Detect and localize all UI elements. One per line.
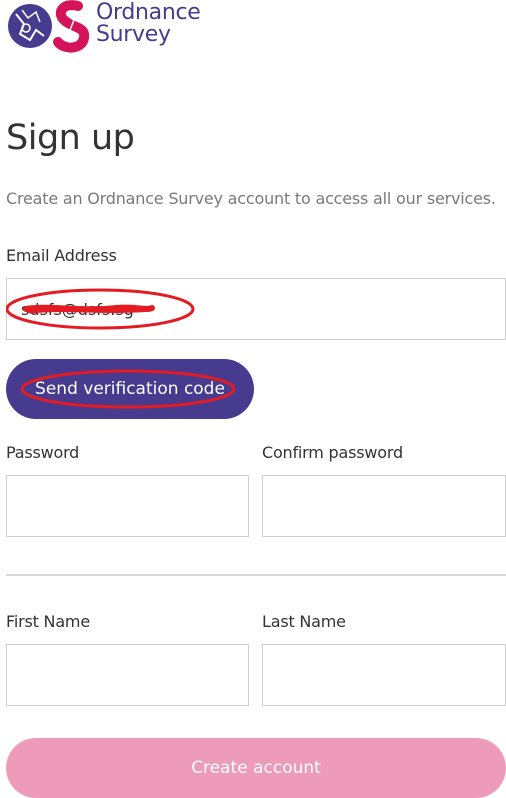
- confirm-password-label: Confirm password: [262, 443, 403, 462]
- page-subtitle: Create an Ordnance Survey account to acc…: [6, 189, 496, 208]
- last-name-input[interactable]: [262, 644, 506, 706]
- last-name-label: Last Name: [262, 612, 346, 631]
- logo-line-1: Ordnance: [96, 0, 201, 25]
- password-label: Password: [6, 443, 80, 462]
- email-input[interactable]: [6, 278, 506, 340]
- section-divider: [6, 574, 506, 576]
- page-title: Sign up: [6, 118, 135, 158]
- send-verification-code-button[interactable]: Send verification code: [6, 359, 254, 419]
- logo-wordmark: Ordnance Survey: [96, 2, 201, 46]
- send-verification-code-label: Send verification code: [35, 379, 225, 399]
- confirm-password-input[interactable]: [262, 475, 506, 537]
- email-label: Email Address: [6, 246, 117, 265]
- create-account-button[interactable]: Create account: [6, 738, 506, 798]
- ordnance-survey-logo: Ordnance Survey: [6, 0, 216, 54]
- first-name-input[interactable]: [6, 644, 249, 706]
- email-field-wrapper: [6, 278, 506, 340]
- first-name-label: First Name: [6, 612, 90, 631]
- ordnance-survey-logo-icon: [8, 0, 90, 53]
- logo-line-2: Survey: [96, 22, 171, 47]
- password-input[interactable]: [6, 475, 249, 537]
